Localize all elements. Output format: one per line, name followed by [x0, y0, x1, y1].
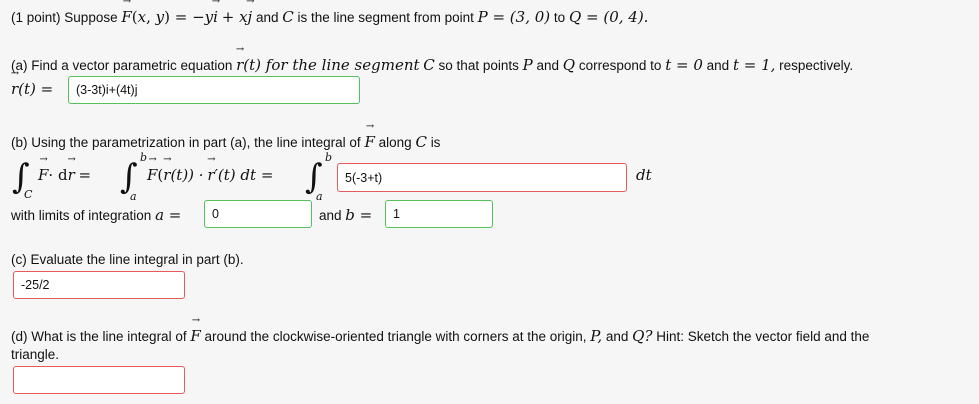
F-definition-part2: + x [221, 8, 248, 26]
lower-limit-input[interactable] [204, 200, 312, 228]
points-label: (1 point) [11, 10, 61, 25]
vector-r-symbol: r [236, 56, 243, 74]
problem-statement: (1 point) Suppose F(x, y) = −yi + xj and… [11, 8, 648, 26]
vector-F-symbol: F [121, 8, 131, 26]
part-b-integrand-input[interactable] [337, 163, 627, 192]
part-a-answer-input[interactable] [68, 76, 360, 104]
part-c-question: (c) Evaluate the line integral in part (… [11, 252, 244, 267]
dt-label: dt [636, 166, 652, 184]
upper-limit-label: and b = [319, 206, 373, 224]
part-a-lhs: r(t) = [11, 80, 53, 98]
point-Q: Q = (0, 4). [568, 8, 649, 26]
part-a-question: (a) Find a vector parametric equation r(… [11, 56, 853, 74]
limits-label: with limits of integration a = [11, 206, 182, 224]
point-P: P = (3, 0) [477, 8, 551, 26]
part-d-question: (d) What is the line integral of F aroun… [11, 327, 869, 345]
subscript-C: C [24, 188, 33, 201]
unit-i-symbol: i [213, 8, 218, 26]
integral-sign-3: ∫ [305, 157, 323, 197]
F-definition-part1: = −y [174, 8, 214, 26]
part-d-answer-input[interactable] [13, 366, 185, 394]
suppose-text: Suppose [64, 10, 118, 25]
part-b-question: (b) Using the parametrization in part (a… [11, 133, 440, 151]
part-c-answer-input[interactable] [13, 271, 185, 299]
upper-limit-input[interactable] [385, 200, 493, 228]
integral-sign-2: ∫ [120, 157, 138, 197]
unit-j-symbol: j [248, 8, 253, 26]
curve-C-symbol: C [282, 8, 294, 26]
part-d-question-line2: triangle. [11, 347, 60, 362]
